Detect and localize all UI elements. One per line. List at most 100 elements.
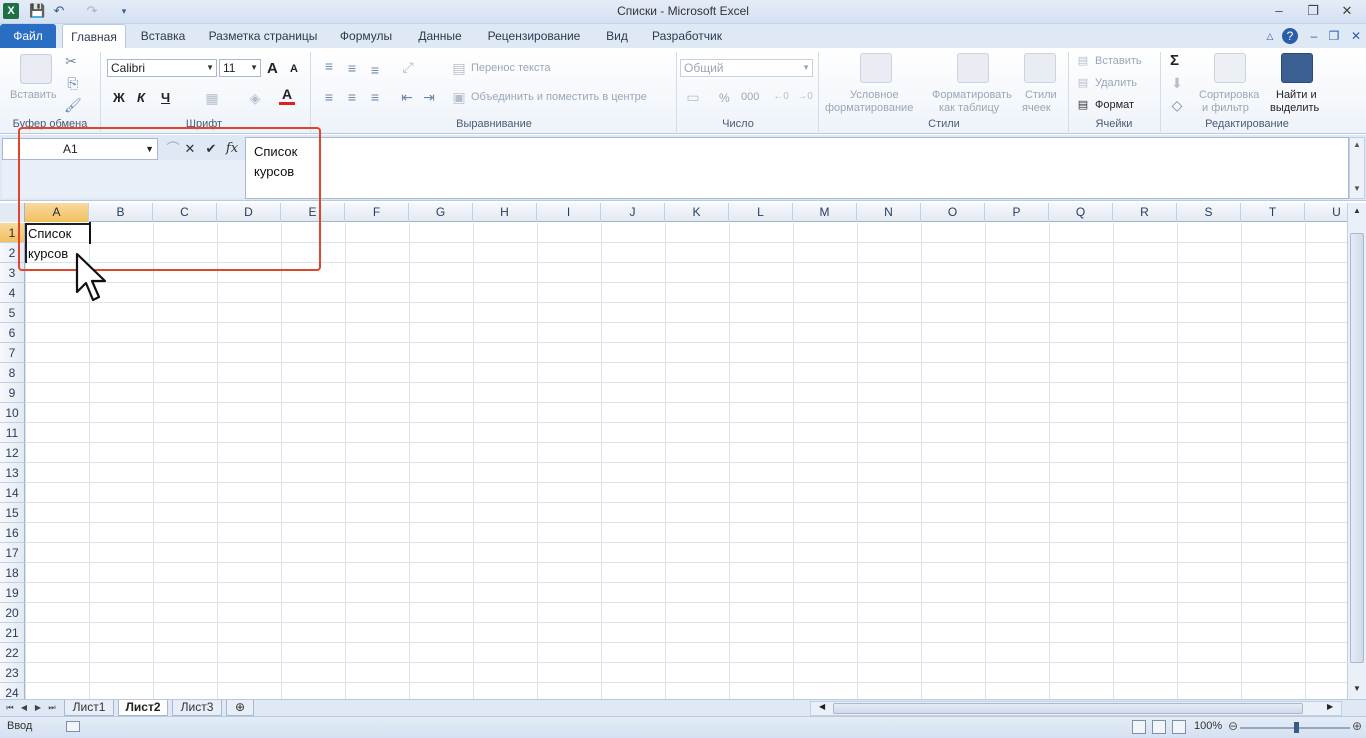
- tab-view[interactable]: Вид: [598, 24, 636, 48]
- horizontal-scrollbar[interactable]: ◀ ▶: [810, 701, 1342, 716]
- row-header-19[interactable]: 19: [0, 583, 25, 603]
- font-size-dropdown[interactable]: 11 ▼: [219, 59, 261, 77]
- row-header-8[interactable]: 8: [0, 363, 25, 383]
- vertical-scroll-thumb[interactable]: [1350, 233, 1364, 663]
- find-select-icon[interactable]: [1281, 53, 1313, 83]
- delete-cells-button[interactable]: Удалить: [1095, 77, 1137, 89]
- doc-minimize-icon[interactable]: –: [1306, 28, 1322, 44]
- currency-icon[interactable]: ▭: [683, 88, 703, 106]
- scroll-up-icon[interactable]: ▲: [1348, 203, 1366, 219]
- format-as-table-label-1[interactable]: Форматировать: [932, 89, 1012, 101]
- tab-file[interactable]: Файл: [0, 24, 56, 48]
- row-header-5[interactable]: 5: [0, 303, 25, 323]
- normal-view-icon[interactable]: [1132, 720, 1146, 734]
- column-header-s[interactable]: S: [1177, 203, 1241, 222]
- clear-icon[interactable]: ◇: [1168, 96, 1186, 114]
- tab-page-layout[interactable]: Разметка страницы: [204, 24, 322, 48]
- column-header-r[interactable]: R: [1113, 203, 1177, 222]
- row-header-12[interactable]: 12: [0, 443, 25, 463]
- row-header-9[interactable]: 9: [0, 383, 25, 403]
- page-break-view-icon[interactable]: [1172, 720, 1186, 734]
- conditional-formatting-label-1[interactable]: Условное: [850, 89, 899, 101]
- cell-area[interactable]: [25, 223, 1347, 699]
- font-name-dropdown[interactable]: Calibri ▼: [107, 59, 217, 77]
- row-header-16[interactable]: 16: [0, 523, 25, 543]
- find-select-label-2[interactable]: выделить: [1270, 102, 1319, 114]
- align-bottom-icon[interactable]: ≡: [366, 61, 384, 79]
- column-header-g[interactable]: G: [409, 203, 473, 222]
- zoom-out-icon[interactable]: ⊖: [1228, 719, 1238, 733]
- zoom-slider-knob[interactable]: [1294, 722, 1299, 733]
- last-sheet-icon[interactable]: ⏭: [46, 701, 58, 715]
- formula-input[interactable]: Список курсов: [245, 137, 1349, 199]
- align-top-icon[interactable]: ≡: [320, 57, 338, 75]
- fill-color-icon[interactable]: ◈: [246, 89, 264, 107]
- scroll-right-icon[interactable]: ▶: [1327, 702, 1333, 711]
- increase-indent-icon[interactable]: ⇥: [420, 88, 438, 106]
- cut-icon[interactable]: ✂: [64, 52, 78, 70]
- format-painter-icon[interactable]: 🖌: [64, 96, 82, 114]
- sort-filter-icon[interactable]: [1214, 53, 1246, 83]
- restore-button[interactable]: ❐: [1300, 2, 1326, 20]
- row-header-24[interactable]: 24: [0, 683, 25, 699]
- macro-record-icon[interactable]: [66, 721, 80, 732]
- format-cells-icon[interactable]: ▤: [1075, 96, 1091, 114]
- format-as-table-label-2[interactable]: как таблицу: [939, 102, 999, 114]
- fill-icon[interactable]: ⬇: [1168, 74, 1186, 92]
- merge-center-button[interactable]: Объединить и поместить в центре: [471, 91, 647, 103]
- row-header-14[interactable]: 14: [0, 483, 25, 503]
- wrap-text-button[interactable]: Перенос текста: [471, 62, 551, 74]
- sort-filter-label-2[interactable]: и фильтр: [1202, 102, 1249, 114]
- column-header-m[interactable]: M: [793, 203, 857, 222]
- formula-scroll-down-icon[interactable]: ▼: [1350, 184, 1364, 193]
- tab-data[interactable]: Данные: [410, 24, 470, 48]
- row-header-21[interactable]: 21: [0, 623, 25, 643]
- paste-label[interactable]: Вставить: [10, 89, 57, 101]
- tab-home[interactable]: Главная: [62, 24, 126, 48]
- row-header-18[interactable]: 18: [0, 563, 25, 583]
- align-left-icon[interactable]: ≡: [320, 88, 338, 106]
- tab-review[interactable]: Рецензирование: [482, 24, 586, 48]
- tab-developer[interactable]: Разработчик: [646, 24, 728, 48]
- doc-restore-icon[interactable]: ❐: [1326, 28, 1342, 44]
- insert-sheet-icon[interactable]: ⊕: [226, 700, 254, 716]
- tab-insert[interactable]: Вставка: [134, 24, 192, 48]
- column-header-n[interactable]: N: [857, 203, 921, 222]
- column-header-h[interactable]: H: [473, 203, 537, 222]
- sheet-tab-1[interactable]: Лист1: [64, 700, 114, 716]
- horizontal-scroll-thumb[interactable]: [833, 703, 1303, 714]
- vertical-scrollbar[interactable]: ▲ ▼: [1347, 203, 1366, 699]
- sort-filter-label-1[interactable]: Сортировка: [1199, 89, 1259, 101]
- column-header-i[interactable]: I: [537, 203, 601, 222]
- align-right-icon[interactable]: ≡: [366, 88, 384, 106]
- row-header-13[interactable]: 13: [0, 463, 25, 483]
- ribbon-collapse-icon[interactable]: △: [1262, 28, 1278, 44]
- minimize-button[interactable]: –: [1266, 2, 1292, 20]
- scroll-left-icon[interactable]: ◀: [819, 702, 825, 711]
- align-center-icon[interactable]: ≡: [343, 88, 361, 106]
- row-header-4[interactable]: 4: [0, 283, 25, 303]
- format-as-table-icon[interactable]: [957, 53, 989, 83]
- column-header-f[interactable]: F: [345, 203, 409, 222]
- thousands-button[interactable]: 000: [741, 91, 759, 103]
- font-color-icon[interactable]: A: [279, 87, 295, 105]
- column-header-o[interactable]: O: [921, 203, 985, 222]
- column-header-l[interactable]: L: [729, 203, 793, 222]
- conditional-formatting-icon[interactable]: [860, 53, 892, 83]
- next-sheet-icon[interactable]: ▶: [32, 701, 44, 715]
- bold-button[interactable]: Ж: [113, 90, 125, 105]
- column-header-k[interactable]: K: [665, 203, 729, 222]
- cell-styles-label-2[interactable]: ячеек: [1022, 102, 1051, 114]
- insert-cells-icon[interactable]: ▤: [1075, 52, 1091, 70]
- doc-close-icon[interactable]: ✕: [1348, 28, 1364, 44]
- worksheet-grid[interactable]: ABCDEFGHIJKLMNOPQRSTU 1 2 3 4 5 6 7 8 9 10 11 12 13 1…: [0, 203, 1347, 699]
- zoom-level[interactable]: 100%: [1194, 720, 1222, 732]
- find-select-label-1[interactable]: Найти и: [1276, 89, 1317, 101]
- row-header-23[interactable]: 23: [0, 663, 25, 683]
- cell-styles-label-1[interactable]: Стили: [1025, 89, 1057, 101]
- column-header-t[interactable]: T: [1241, 203, 1305, 222]
- shrink-font-button[interactable]: A: [290, 63, 298, 75]
- increase-decimal-icon[interactable]: ←0: [772, 88, 790, 106]
- borders-icon[interactable]: ▦: [203, 89, 221, 107]
- wrap-text-icon[interactable]: ▤: [451, 59, 467, 77]
